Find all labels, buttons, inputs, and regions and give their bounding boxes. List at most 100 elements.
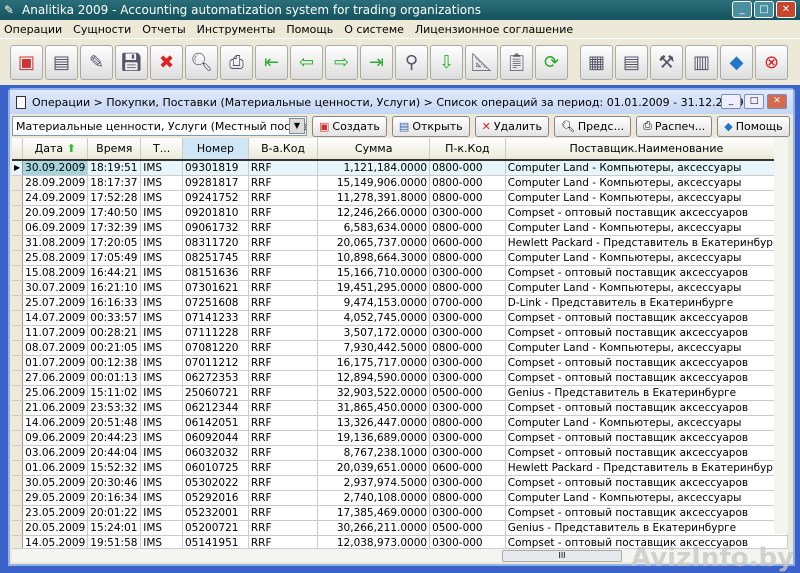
print-button[interactable]: ⎙ Распеч... — [636, 115, 713, 137]
row-indicator[interactable] — [12, 175, 24, 191]
child-minimize-button[interactable]: _ — [721, 94, 741, 109]
ruler-button[interactable]: 📐︎ — [465, 44, 498, 80]
menu-item[interactable]: Операции — [4, 23, 62, 36]
column-header[interactable]: Номер — [182, 138, 249, 161]
table-row[interactable]: 25.06.2009 15:11:02 IMS 25060721 RRF 32,903,5… — [12, 385, 788, 401]
next-button[interactable]: ⇨ — [325, 44, 358, 80]
row-indicator[interactable] — [12, 355, 24, 371]
table-row[interactable]: 30.05.2009 20:30:46 IMS 05302022 RRF 2,937,97… — [12, 475, 788, 491]
row-indicator[interactable] — [12, 505, 24, 521]
menu-item[interactable]: Лицензионное соглашение — [415, 23, 573, 36]
row-indicator[interactable] — [12, 400, 24, 416]
table-row[interactable]: 23.05.2009 20:01:22 IMS 05232001 RRF 17,385,4… — [12, 505, 788, 521]
new-doc-button[interactable]: ▣ — [10, 44, 43, 80]
chevron-down-icon[interactable]: ▼ — [289, 118, 305, 134]
row-indicator[interactable]: ▶ — [12, 160, 24, 176]
child-close-button[interactable]: ✕ — [767, 94, 787, 109]
column-header[interactable]: Дата ⬆ — [22, 138, 89, 161]
table-row[interactable]: 09.06.2009 20:44:23 IMS 06092044 RRF 19,136,6… — [12, 430, 788, 446]
table-row[interactable]: 14.07.2009 00:33:57 IMS 07141233 RRF 4,052,74… — [12, 310, 788, 326]
minimize-button[interactable]: _ — [732, 1, 752, 18]
preview-button[interactable]: 🔍︎ — [185, 44, 218, 80]
category-select[interactable]: Материальные ценности, Услуги (Местный п… — [12, 116, 307, 136]
edit-button[interactable]: ✎ — [80, 44, 113, 80]
table-row[interactable]: 03.06.2009 20:44:04 IMS 06032032 RRF 8,767,23… — [12, 445, 788, 461]
menu-item[interactable]: Помощь — [286, 23, 333, 36]
table-row[interactable]: 30.07.2009 16:21:10 IMS 07301621 RRF 19,451,2… — [12, 280, 788, 296]
table-row[interactable]: 06.09.2009 17:32:39 IMS 09061732 RRF 6,583,63… — [12, 220, 788, 236]
column-header[interactable]: В-а.Код — [248, 138, 319, 161]
tools-button[interactable]: ⚒ — [650, 44, 683, 80]
close-button[interactable]: ✕ — [776, 1, 796, 18]
delete-button[interactable]: ✖ — [150, 44, 183, 80]
open-button[interactable]: ▤ Открыть — [391, 115, 470, 137]
calculator-button[interactable]: ▤ — [615, 44, 648, 80]
row-indicator[interactable] — [12, 535, 24, 548]
row-indicator[interactable] — [12, 265, 24, 281]
first-button[interactable]: ⇤ — [255, 44, 288, 80]
row-indicator[interactable] — [12, 190, 24, 206]
preview-button[interactable]: 🔍︎ Предс... — [553, 115, 632, 137]
row-indicator[interactable] — [12, 520, 24, 536]
save-button[interactable]: 💾︎ — [115, 44, 148, 80]
column-header[interactable]: Время — [87, 138, 142, 161]
paste-button[interactable]: 📋︎ — [500, 44, 533, 80]
row-indicator[interactable] — [12, 250, 24, 266]
table-row[interactable]: 29.05.2009 20:16:34 IMS 05292016 RRF 2,740,10… — [12, 490, 788, 506]
row-indicator[interactable] — [12, 490, 24, 506]
menu-item[interactable]: Инструменты — [197, 23, 276, 36]
menu-item[interactable]: Сущности — [73, 23, 131, 36]
table-row[interactable]: 27.06.2009 00:01:13 IMS 06272353 RRF 12,894,5… — [12, 370, 788, 386]
sort-ascending-icon[interactable]: ⬆ — [63, 142, 76, 155]
table-row[interactable]: 21.06.2009 23:53:32 IMS 06212344 RRF 31,865,4… — [12, 400, 788, 416]
row-indicator[interactable] — [12, 280, 24, 296]
help-book-button[interactable]: ◆ — [720, 44, 753, 80]
row-indicator[interactable] — [12, 385, 24, 401]
column-header[interactable]: Т... — [140, 138, 183, 161]
table-row[interactable]: 31.08.2009 17:20:05 IMS 08311720 RRF 20,065,7… — [12, 235, 788, 251]
column-header[interactable]: П-к.Код — [429, 138, 506, 161]
scroll-thumb[interactable]: III — [502, 550, 622, 562]
delete-button[interactable]: ✕ Удалить — [474, 115, 549, 137]
row-indicator[interactable] — [12, 445, 24, 461]
create-button[interactable]: ▣ Создать — [312, 115, 387, 137]
find-button[interactable]: ⚲ — [395, 44, 428, 80]
column-header[interactable]: Сумма — [317, 138, 431, 161]
table-row[interactable]: 20.05.2009 15:24:01 IMS 05200721 RRF 30,266,2… — [12, 520, 788, 536]
help-button[interactable]: ◆ Помощь — [717, 115, 790, 137]
table-row[interactable]: 24.09.2009 17:52:28 IMS 09241752 RRF 11,278,3… — [12, 190, 788, 206]
row-indicator[interactable] — [12, 205, 24, 221]
table-row[interactable]: 01.06.2009 15:52:32 IMS 06010725 RRF 20,039,6… — [12, 460, 788, 476]
table-row[interactable]: 08.07.2009 00:21:05 IMS 07081220 RRF 7,930,44… — [12, 340, 788, 356]
row-indicator[interactable] — [12, 295, 24, 311]
table-row[interactable]: 11.07.2009 00:28:21 IMS 07111228 RRF 3,507,17… — [12, 325, 788, 341]
table-row[interactable]: ▶ 30.09.2009 18:19:51 IMS 09301819 RRF 1,121,1… — [12, 160, 788, 176]
row-indicator[interactable] — [12, 325, 24, 341]
print-button[interactable]: ⎙ — [220, 44, 253, 80]
menu-item[interactable]: О системе — [344, 23, 404, 36]
row-indicator[interactable] — [12, 415, 24, 431]
columns-button[interactable]: ▥ — [685, 44, 718, 80]
down-button[interactable]: ⇩ — [430, 44, 463, 80]
row-indicator[interactable] — [12, 430, 24, 446]
table-row[interactable]: 25.07.2009 16:16:33 IMS 07251608 RRF 9,474,15… — [12, 295, 788, 311]
refresh-button[interactable]: ⟳ — [535, 44, 568, 80]
child-maximize-button[interactable]: □ — [744, 94, 764, 109]
prev-button[interactable]: ⇦ — [290, 44, 323, 80]
table-row[interactable]: 01.07.2009 00:12:38 IMS 07011212 RRF 16,175,7… — [12, 355, 788, 371]
row-indicator[interactable] — [12, 235, 24, 251]
row-indicator[interactable] — [12, 220, 24, 236]
open-folder-button[interactable]: ▤ — [45, 44, 78, 80]
table-row[interactable]: 14.06.2009 20:51:48 IMS 06142051 RRF 13,326,4… — [12, 415, 788, 431]
table-row[interactable]: 25.08.2009 17:05:49 IMS 08251745 RRF 10,898,6… — [12, 250, 788, 266]
table-row[interactable]: 15.08.2009 16:44:21 IMS 08151636 RRF 15,166,7… — [12, 265, 788, 281]
column-header[interactable]: Поставщик.Наименование — [505, 138, 788, 161]
row-indicator[interactable] — [12, 310, 24, 326]
menu-item[interactable]: Отчеты — [142, 23, 185, 36]
maximize-button[interactable]: □ — [754, 1, 774, 18]
exit-button[interactable]: ⊗ — [755, 44, 788, 80]
row-indicator[interactable] — [12, 460, 24, 476]
table-row[interactable]: 20.09.2009 17:40:50 IMS 09201810 RRF 12,246,2… — [12, 205, 788, 221]
vertical-scrollbar[interactable] — [774, 138, 788, 534]
row-indicator[interactable] — [12, 340, 24, 356]
